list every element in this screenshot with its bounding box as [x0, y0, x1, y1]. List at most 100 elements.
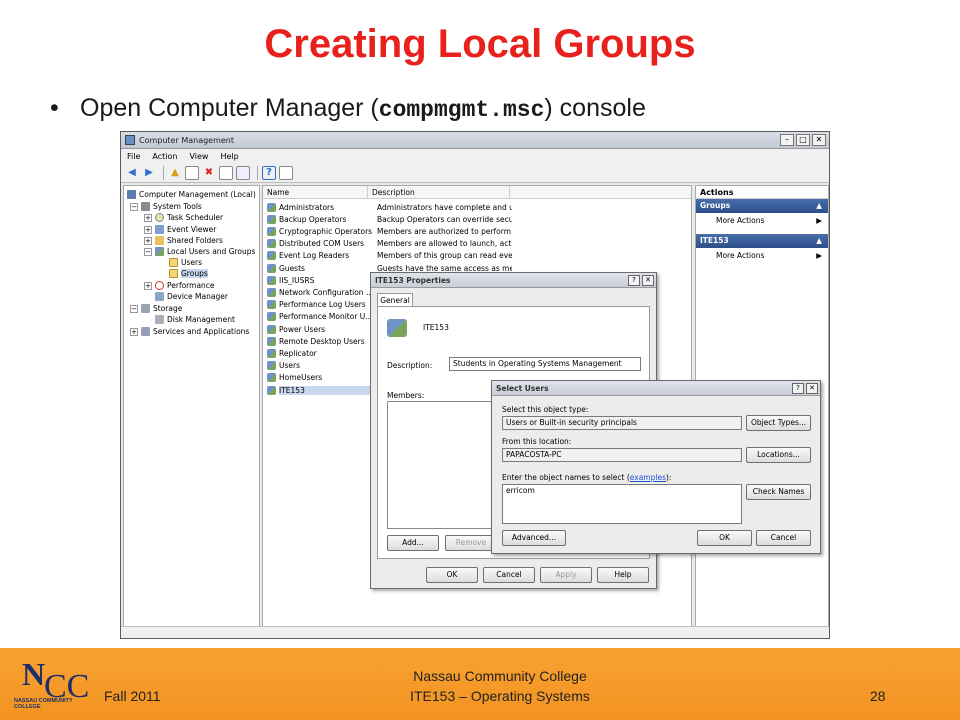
tree-item-system-tools[interactable]: − System Tools	[130, 201, 202, 212]
help-text-button[interactable]: Help	[597, 567, 649, 583]
locations-button[interactable]: Locations...	[746, 447, 811, 463]
properties-titlebar[interactable]: ITE153 Properties ? ✕	[371, 273, 656, 288]
back-arrow-icon[interactable]: ◀	[125, 166, 139, 180]
remove-button[interactable]: Remove	[445, 535, 497, 551]
group-icon	[387, 319, 407, 337]
bullet-code: compmgmt.msc	[378, 97, 545, 123]
collapse-arrow-icon[interactable]: ▲	[816, 234, 822, 248]
collapse-toggle[interactable]: −	[144, 247, 152, 256]
object-names-label: Enter the object names to select (exampl…	[502, 473, 672, 482]
footer-course: ITE153 – Operating Systems	[410, 688, 590, 704]
expand-toggle[interactable]: +	[144, 236, 152, 245]
examples-link[interactable]: examples	[630, 473, 666, 482]
expand-toggle[interactable]: +	[130, 327, 138, 336]
minimize-button[interactable]: –	[780, 134, 794, 146]
toolbar-separator	[163, 165, 164, 180]
collapse-toggle[interactable]: −	[130, 304, 138, 313]
expand-toggle[interactable]: +	[144, 225, 152, 234]
menu-help[interactable]: Help	[220, 152, 238, 161]
event-viewer-icon	[155, 225, 164, 234]
computer-management-icon	[125, 135, 135, 145]
column-header-name[interactable]: Name	[263, 186, 368, 198]
menu-file[interactable]: File	[127, 152, 140, 161]
tools-icon	[141, 202, 150, 211]
ok-button[interactable]: OK	[697, 530, 752, 546]
forward-arrow-icon[interactable]: ▶	[142, 166, 156, 180]
help-button[interactable]: ?	[792, 382, 804, 394]
up-folder-icon[interactable]: ▲	[168, 166, 182, 180]
tree-item-task-scheduler[interactable]: + Task Scheduler	[144, 212, 223, 223]
tree-item-event-viewer[interactable]: + Event Viewer	[144, 224, 216, 235]
group-icon	[267, 361, 276, 371]
menu-action[interactable]: Action	[152, 152, 177, 161]
collapse-toggle[interactable]: −	[130, 202, 138, 211]
submenu-arrow-icon: ▶	[816, 251, 822, 260]
clock-icon	[155, 213, 164, 222]
list-header: Name Description	[263, 186, 691, 199]
group-description: Members of this group can read eve...	[377, 251, 512, 261]
group-name: Event Log Readers	[279, 251, 350, 261]
tree-item-performance[interactable]: + Performance	[144, 280, 215, 291]
actions-section-ite153[interactable]: ITE153 ▲	[696, 234, 828, 248]
expand-toggle[interactable]: +	[144, 281, 152, 290]
properties-icon[interactable]	[219, 165, 233, 180]
list-item[interactable]: Backup Operators Backup Operators can ove…	[263, 213, 512, 225]
expand-toggle[interactable]: +	[144, 213, 152, 222]
object-types-button[interactable]: Object Types...	[746, 415, 811, 431]
tree-item-users[interactable]: Users	[169, 257, 202, 268]
delete-icon[interactable]: ✖	[202, 166, 216, 180]
tree-item-services-applications[interactable]: + Services and Applications	[130, 326, 249, 337]
group-name: ITE153	[279, 385, 377, 395]
select-users-titlebar[interactable]: Select Users ? ✕	[492, 381, 820, 396]
group-name: IIS_IUSRS	[279, 275, 315, 285]
list-item[interactable]: Event Log Readers Members of this group c…	[263, 250, 512, 262]
list-item[interactable]: Distributed COM Users Members are allowed…	[263, 238, 512, 250]
cancel-button[interactable]: Cancel	[483, 567, 535, 583]
cancel-button[interactable]: Cancel	[756, 530, 811, 546]
group-name: Power Users	[279, 324, 326, 334]
group-icon	[267, 239, 276, 249]
menu-view[interactable]: View	[189, 152, 208, 161]
tree-item-local-users-groups[interactable]: − Local Users and Groups	[144, 246, 255, 257]
tree-item-shared-folders[interactable]: + Shared Folders	[144, 235, 223, 246]
check-names-button[interactable]: Check Names	[746, 484, 811, 500]
tree-item-device-manager[interactable]: Device Manager	[155, 291, 228, 302]
help-icon[interactable]: ?	[262, 165, 276, 180]
help-button[interactable]: ?	[628, 274, 640, 286]
show-hide-tree-icon[interactable]	[185, 165, 199, 180]
more-actions-ite153[interactable]: More Actions ▶	[696, 248, 828, 264]
close-button[interactable]: ✕	[642, 274, 654, 286]
select-users-dialog: Select Users ? ✕ Select this object type…	[491, 380, 821, 554]
maximize-button[interactable]: □	[796, 134, 810, 146]
tree-item-computer-management[interactable]: Computer Management (Local)	[127, 189, 256, 200]
group-icon	[267, 300, 276, 310]
description-field[interactable]: Students in Operating Systems Management	[449, 357, 641, 371]
toolbar-separator	[257, 165, 258, 180]
object-names-input[interactable]: erricom	[502, 484, 742, 524]
group-icon	[267, 373, 276, 383]
tree-item-disk-management[interactable]: Disk Management	[155, 314, 235, 325]
column-header-description[interactable]: Description	[368, 186, 510, 198]
more-actions-groups[interactable]: More Actions ▶	[696, 213, 828, 229]
add-button[interactable]: Add...	[387, 535, 439, 551]
close-button[interactable]: ✕	[812, 134, 826, 146]
list-item[interactable]: Cryptographic Operators Members are autho…	[263, 225, 512, 237]
object-type-label: Select this object type:	[502, 405, 589, 414]
ok-button[interactable]: OK	[426, 567, 478, 583]
tree-item-storage[interactable]: − Storage	[130, 303, 182, 314]
group-name: ITE153	[423, 323, 449, 332]
close-button[interactable]: ✕	[806, 382, 818, 394]
apply-button[interactable]: Apply	[540, 567, 592, 583]
details-view-icon[interactable]	[279, 165, 293, 180]
group-name: Remote Desktop Users	[279, 336, 365, 346]
list-item[interactable]: Administrators Administrators have comple…	[263, 201, 512, 213]
advanced-button[interactable]: Advanced...	[502, 530, 566, 546]
window-titlebar[interactable]: Computer Management – □ ✕	[121, 132, 829, 149]
group-description: Members are authorized to perform ...	[377, 226, 512, 236]
export-icon[interactable]	[236, 165, 250, 180]
tab-general[interactable]: General	[377, 293, 413, 307]
footer-center: Nassau Community College ITE153 – Operat…	[380, 666, 620, 706]
tree-item-groups[interactable]: Groups	[169, 268, 208, 279]
actions-section-groups[interactable]: Groups ▲	[696, 199, 828, 213]
collapse-arrow-icon[interactable]: ▲	[816, 199, 822, 213]
